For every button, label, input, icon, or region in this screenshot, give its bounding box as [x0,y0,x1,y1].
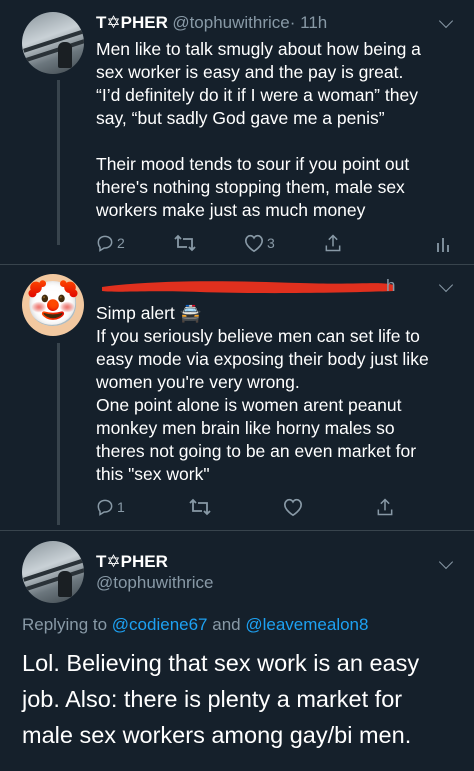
like-button[interactable] [282,497,304,517]
author-name[interactable]: T✡PHER [96,13,168,32]
retweet-icon [189,498,211,516]
replying-to-label: Replying to [22,615,108,634]
tweet-text: Simp alert 🚔 If you seriously believe me… [96,303,429,484]
tweet-timestamp[interactable]: h [386,276,395,296]
thread-connector [57,343,60,525]
chevron-down-icon[interactable] [438,554,454,570]
reply-icon [97,235,113,252]
tweet-text: Men like to talk smugly about how being … [96,39,421,220]
avatar-clown[interactable]: 🤡 [22,274,84,336]
author-handle[interactable]: @tophuwithrice [96,573,213,593]
mention-link[interactable]: @leavemealon8 [245,615,368,634]
analytics-button[interactable] [435,233,451,253]
chevron-down-icon[interactable] [438,277,454,293]
reply-button[interactable]: 1 [95,497,125,517]
reply-button[interactable]: 2 [95,233,125,253]
reply-count: 1 [117,499,125,515]
tweet-actions: 2 3 [95,233,455,255]
thread-connector [57,80,60,245]
mention-link[interactable]: @codiene67 [112,615,208,634]
author-name[interactable]: T✡PHER [96,552,168,572]
analytics-icon [437,238,449,252]
share-icon [325,234,341,252]
tweet-divider [0,530,474,531]
reply-count: 2 [117,235,125,251]
like-button[interactable]: 3 [243,233,275,253]
chevron-down-icon[interactable] [438,13,454,29]
tweet-actions: 1 [95,497,455,519]
red-scribble-redaction [102,281,394,294]
redacted-user-info [100,277,396,295]
heart-icon [283,498,303,517]
avatar-tophuwithrice[interactable] [22,541,84,603]
share-button[interactable] [375,497,395,517]
tweet-divider [0,264,474,265]
reply-icon [97,499,113,516]
author-handle[interactable]: @tophuwithrice [172,13,289,32]
and-text: and [212,615,241,634]
retweet-icon [174,234,196,252]
replying-to-line: Replying to @codiene67 and @leavemealon8 [22,615,368,635]
heart-icon [244,234,264,253]
tweet-timestamp[interactable]: · 11h [290,13,328,32]
clown-emoji-avatar: 🤡 [25,280,81,329]
share-icon [377,498,393,516]
share-button[interactable] [323,233,343,253]
tweet-text: Lol. Believing that sex work is an easy … [22,650,420,748]
retweet-button[interactable] [188,497,212,517]
avatar-tophuwithrice[interactable] [22,12,84,74]
retweet-button[interactable] [173,233,197,253]
like-count: 3 [267,235,275,251]
